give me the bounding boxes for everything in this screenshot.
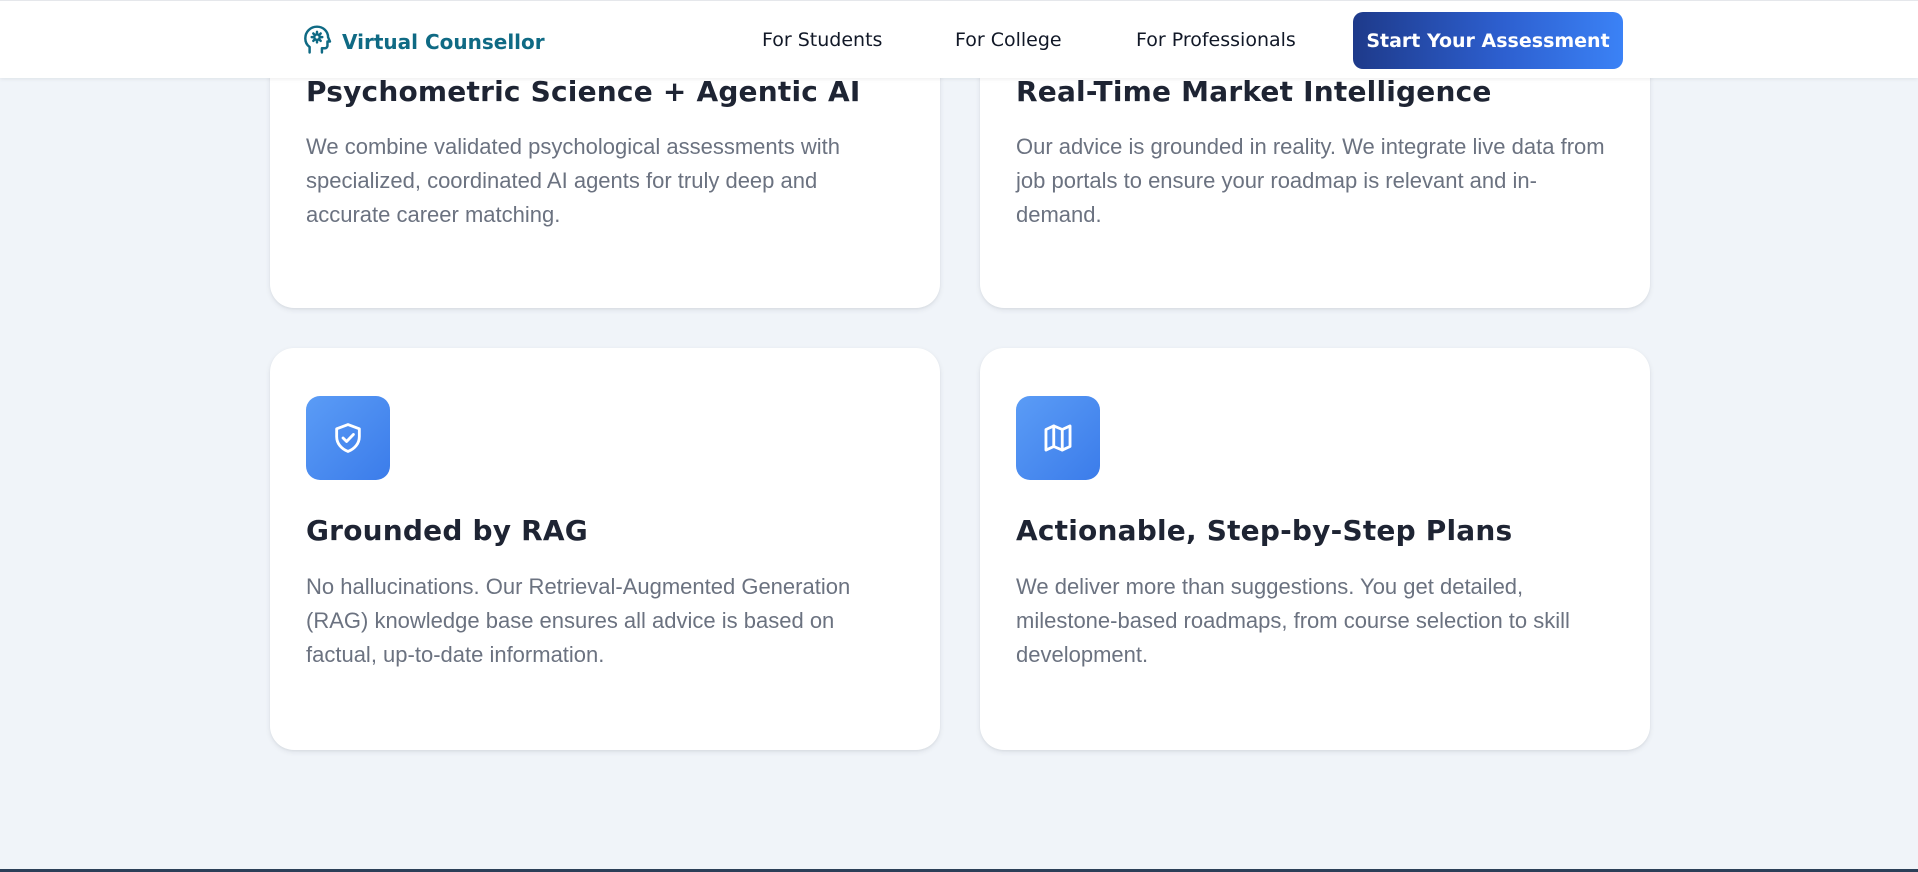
nav-for-college[interactable]: For College bbox=[955, 29, 1062, 51]
feature-description: Our advice is grounded in reality. We in… bbox=[1016, 134, 1605, 227]
feature-title: Grounded by RAG bbox=[306, 514, 588, 547]
map-icon bbox=[1016, 396, 1100, 480]
top-navbar: Virtual Counsellor For Students For Coll… bbox=[0, 0, 1918, 78]
shield-check-icon bbox=[306, 396, 390, 480]
feature-title: Psychometric Science + Agentic AI bbox=[306, 75, 861, 108]
brand-name: Virtual Counsellor bbox=[342, 29, 545, 54]
feature-title: Actionable, Step-by-Step Plans bbox=[1016, 514, 1513, 547]
feature-card-rag: Grounded by RAG No hallucinations. Our R… bbox=[270, 348, 940, 750]
nav-for-students[interactable]: For Students bbox=[762, 29, 882, 51]
start-assessment-button[interactable]: Start Your Assessment bbox=[1353, 12, 1623, 69]
feature-title: Real-Time Market Intelligence bbox=[1016, 75, 1492, 108]
brain-head-icon bbox=[302, 23, 332, 60]
nav-for-professionals[interactable]: For Professionals bbox=[1136, 29, 1296, 51]
brand-logo-link[interactable]: Virtual Counsellor bbox=[302, 23, 545, 60]
feature-description: We deliver more than suggestions. You ge… bbox=[1016, 574, 1570, 667]
feature-card-plans: Actionable, Step-by-Step Plans We delive… bbox=[980, 348, 1650, 750]
feature-description: No hallucinations. Our Retrieval-Augment… bbox=[306, 574, 851, 667]
feature-description: We combine validated psychological asses… bbox=[306, 134, 840, 227]
